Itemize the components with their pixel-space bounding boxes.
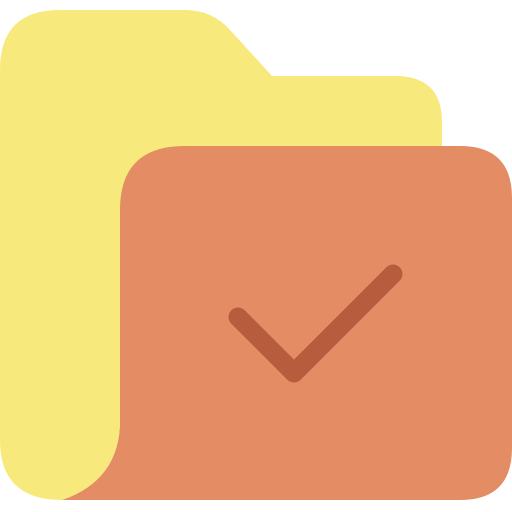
folder-front-panel [62, 146, 512, 500]
icon-canvas [0, 0, 512, 512]
folder-check-icon [0, 10, 512, 500]
